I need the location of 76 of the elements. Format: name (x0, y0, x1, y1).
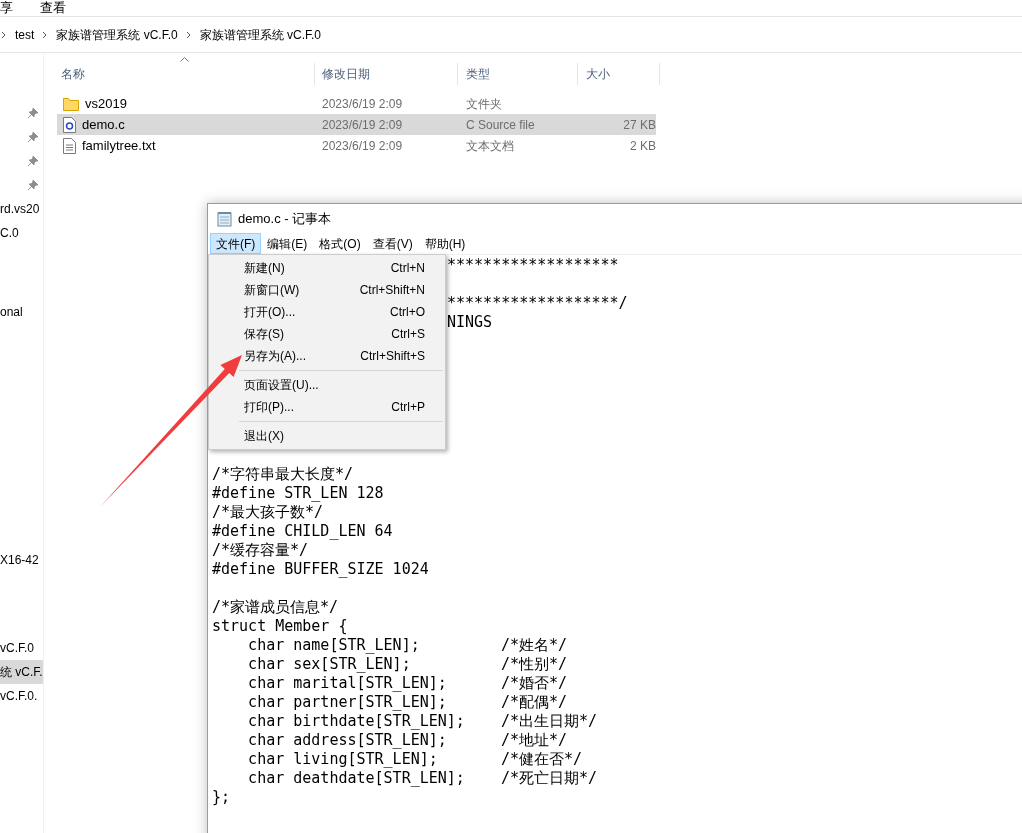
file-size: 2 KB (630, 137, 656, 155)
nav-item[interactable]: rd.vs20 (0, 197, 43, 221)
code-line: /*家谱成员信息*/ (212, 598, 339, 616)
nav-item[interactable]: 统 vC.F. (0, 660, 43, 684)
menu-item[interactable]: 页面设置(U)... (209, 374, 445, 396)
breadcrumb-item[interactable]: test (13, 25, 37, 44)
code-line: char partner[STR_LEN]; /*配偶*/ (247, 693, 568, 711)
column-header[interactable]: 大小 (578, 63, 660, 85)
nav-item[interactable]: onal (0, 300, 43, 324)
pin-icon[interactable] (28, 180, 38, 190)
file-name: familytree.txt (82, 136, 156, 155)
menu-bar-item[interactable]: 查看(V) (366, 233, 419, 254)
menu-bar-item[interactable]: 编辑(E) (261, 233, 314, 254)
menu-item[interactable]: 另存为(A)... Ctrl+Shift+S (209, 345, 445, 367)
code-line: /*字符串最大长度*/ (212, 465, 354, 483)
code-line: /*最大孩子数*/ (212, 503, 324, 521)
menu-item[interactable]: 新窗口(W) Ctrl+Shift+N (209, 279, 445, 301)
chevron-icon (42, 30, 49, 39)
nav-item[interactable]: C.0 (0, 221, 43, 245)
folder-icon (63, 96, 79, 111)
column-header[interactable]: 修改日期 (315, 63, 458, 85)
code-line: char sex[STR_LEN]; /*性别*/ (247, 655, 568, 673)
c-file-icon (63, 116, 76, 133)
file-type: 文件夹 (465, 95, 503, 113)
column-header[interactable]: 类型 (458, 63, 578, 85)
window-title: demo.c - 记事本 (238, 209, 332, 228)
notepad-icon (217, 210, 232, 227)
code-line: }; (212, 788, 231, 806)
menu-item[interactable]: 打印(P)... Ctrl+P (209, 396, 445, 418)
pin-icon[interactable] (28, 108, 38, 118)
breadcrumb-item[interactable]: 家族谱管理系统 vC.F.0 (197, 25, 324, 44)
code-line: char address[STR_LEN]; /*地址*/ (247, 731, 568, 749)
file-name: vs2019 (85, 94, 127, 113)
code-line: #define CHILD_LEN 64 (212, 522, 393, 540)
code-line: #define STR_LEN 128 (212, 484, 384, 502)
menu-bar-item[interactable]: 文件(F) (210, 233, 262, 254)
code-line: char name[STR_LEN]; /*姓名*/ (247, 636, 568, 654)
ribbon-tab[interactable]: 享 (0, 0, 40, 18)
code-line: struct Member { (212, 617, 348, 635)
chevron-icon (185, 30, 192, 39)
code-line: NINGS (447, 313, 493, 331)
code-line: char birthdate[STR_LEN]; /*出生日期*/ (247, 712, 598, 730)
chevron-icon (1, 30, 7, 39)
file-name: demo.c (82, 115, 125, 134)
breadcrumb-item[interactable]: 家族谱管理系统 vC.F.0 (54, 25, 180, 44)
text-file-icon (63, 137, 76, 154)
file-row[interactable]: demo.c 2023/6/19 2:09 C Source file 27 KB (57, 114, 656, 135)
menu-item[interactable]: 保存(S) Ctrl+S (209, 323, 445, 345)
file-date: 2023/6/19 2:09 (321, 116, 404, 134)
menu-item[interactable]: 打开(O)... Ctrl+O (209, 301, 445, 323)
code-line: char living[STR_LEN]; /*健在否*/ (247, 750, 583, 768)
pin-icon[interactable] (28, 156, 38, 166)
menu-bar-item[interactable]: 帮助(H) (418, 233, 472, 254)
file-date: 2023/6/19 2:09 (321, 95, 404, 113)
file-row[interactable]: vs2019 2023/6/19 2:09 文件夹 (57, 93, 656, 114)
menu-bar-item[interactable]: 格式(O) (313, 233, 367, 254)
pin-icon[interactable] (28, 132, 38, 142)
nav-item[interactable]: vC.F.0. (0, 684, 43, 708)
code-line: #define BUFFER_SIZE 1024 (212, 560, 429, 578)
file-type: 文本文档 (465, 137, 515, 155)
nav-item[interactable]: vC.F.0 (0, 636, 43, 660)
column-header[interactable]: 名称 (57, 63, 315, 85)
file-type: C Source file (465, 116, 536, 134)
menu-item[interactable]: 退出(X) (209, 425, 445, 447)
menu-item[interactable]: 新建(N) Ctrl+N (209, 257, 445, 279)
file-row[interactable]: familytree.txt 2023/6/19 2:09 文本文档 2 KB (57, 135, 656, 156)
nav-item[interactable]: X16-42 (0, 548, 43, 572)
code-line: char deathdate[STR_LEN]; /*死亡日期*/ (247, 769, 598, 787)
file-date: 2023/6/19 2:09 (321, 137, 404, 155)
code-line: /*缓存容量*/ (212, 541, 309, 559)
code-line: *******************/ (447, 294, 628, 312)
file-size: 27 KB (623, 116, 656, 134)
code-line: ******************* (447, 256, 619, 274)
ribbon-tab[interactable]: 查看 (40, 0, 66, 18)
code-line: char marital[STR_LEN]; /*婚否*/ (247, 674, 568, 692)
sort-caret-icon (180, 57, 189, 62)
